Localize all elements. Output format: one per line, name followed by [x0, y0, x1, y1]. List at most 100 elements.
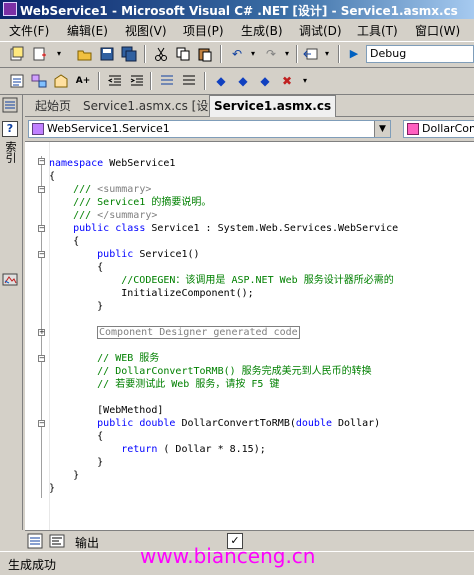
solution-config-combo[interactable]: Debug [366, 45, 474, 63]
navigate-dropdown-icon[interactable]: ▾ [318, 45, 336, 63]
code-editor[interactable]: − − − − + − − namespace WebService1 { //… [25, 141, 474, 531]
window-title: WebService1 - Microsoft Visual C# .NET [… [20, 4, 458, 18]
paste-icon[interactable] [196, 45, 214, 63]
save-all-icon[interactable] [120, 45, 138, 63]
code-token: public [49, 249, 134, 260]
class-dropdown-arrow-icon[interactable]: ▼ [374, 121, 390, 137]
code-token: </summary> [97, 210, 158, 221]
menu-window[interactable]: 窗口(W) [415, 22, 460, 39]
solution-explorer-icon[interactable] [2, 97, 18, 113]
copy-icon[interactable] [174, 45, 192, 63]
code-token: Service1() [133, 249, 200, 260]
previous-bookmark-icon[interactable]: ◆ [256, 72, 274, 90]
comment-out-icon[interactable] [158, 72, 176, 90]
collapse-namespace-icon[interactable]: − [38, 158, 45, 165]
code-line: public double DollarConvertToRMB(double … [49, 417, 380, 430]
toolbar-separator [296, 45, 298, 63]
object-browser-icon[interactable] [8, 72, 26, 90]
toolbar-separator [150, 72, 152, 90]
code-token: DollarConvertToRMB( [175, 418, 296, 429]
tab-service1-code[interactable]: Service1.asmx.cs [209, 95, 337, 117]
class-dropdown-value: WebService1.Service1 [47, 122, 170, 135]
add-item-icon[interactable] [30, 45, 48, 63]
code-line: /// Service1 的摘要说明。 [49, 197, 212, 208]
toolbar-options-icon[interactable]: ▾ [296, 72, 314, 90]
menu-build[interactable]: 生成(B) [241, 22, 283, 39]
tab-service1-design[interactable]: Service1.asmx.cs [设计] [79, 97, 229, 115]
undo-dropdown-icon[interactable]: ▾ [244, 45, 262, 63]
save-icon[interactable] [98, 45, 116, 63]
start-debug-icon[interactable]: ▶ [345, 45, 363, 63]
new-project-icon[interactable] [8, 45, 26, 63]
menu-project[interactable]: 项目(P) [183, 22, 224, 39]
redo-dropdown-icon[interactable]: ▾ [278, 45, 296, 63]
cut-icon[interactable] [152, 45, 170, 63]
increase-indent-icon[interactable] [128, 72, 146, 90]
collapse-summary-icon[interactable]: − [38, 186, 45, 193]
code-line: { [49, 262, 104, 273]
collapse-comment-icon[interactable]: − [38, 355, 45, 362]
code-token: Dollar) [332, 418, 381, 429]
code-line: public Service1() [49, 248, 200, 261]
toolbar-separator [338, 45, 340, 63]
task-list-icon[interactable] [27, 533, 43, 549]
tab-start-page[interactable]: 起始页 [31, 97, 75, 115]
collapsed-region[interactable]: Component Designer generated code [97, 326, 300, 339]
code-token: /// [49, 210, 98, 221]
collapse-constructor-icon[interactable]: − [38, 251, 45, 258]
menu-view[interactable]: 视图(V) [125, 22, 167, 39]
menu-tools[interactable]: 工具(T) [357, 22, 398, 39]
document-tab-strip: 起始页 Service1.asmx.cs [设计] Service1.asmx.… [25, 95, 474, 117]
code-line: } [49, 470, 80, 481]
decrease-indent-icon[interactable] [106, 72, 124, 90]
watermark-text: www.bianceng.cn [140, 544, 316, 568]
app-icon [3, 2, 17, 16]
code-token: public [49, 418, 134, 429]
code-line: // DollarConvertToRMB() 服务完成美元到人民币的转换 [49, 366, 372, 377]
index-tab-label[interactable]: 索引 [4, 141, 17, 163]
class-dropdown[interactable]: WebService1.Service1 ▼ [28, 120, 391, 138]
complete-word-icon[interactable]: A+ [74, 72, 92, 90]
help-icon[interactable]: ? [2, 121, 18, 137]
method-icon [407, 123, 419, 135]
uncomment-icon[interactable] [180, 72, 198, 90]
toolbar-separator [220, 45, 222, 63]
code-line: [WebMethod] [49, 405, 164, 416]
menu-file[interactable]: 文件(F) [9, 22, 49, 39]
toolbar-separator [204, 72, 206, 90]
code-token: return [49, 444, 158, 455]
code-line: // WEB 服务 [49, 353, 160, 364]
code-line: { [49, 171, 56, 182]
code-token: ( Dollar * 8.15); [157, 444, 266, 455]
class-view-icon[interactable] [30, 72, 48, 90]
next-bookmark-icon[interactable]: ◆ [234, 72, 252, 90]
collapse-class-icon[interactable]: − [38, 225, 45, 232]
collapse-method-icon[interactable]: − [38, 420, 45, 427]
member-dropdown[interactable]: DollarConv [403, 120, 474, 138]
code-token: /// [49, 184, 98, 195]
text-editor-toolbar: A+ ◆ ◆ ◆ ✖ ▾ [0, 68, 474, 95]
solution-config-value: Debug [370, 47, 407, 60]
menu-debug[interactable]: 调试(D) [299, 22, 342, 39]
code-token: namespace [49, 158, 104, 169]
code-line: } [49, 457, 104, 468]
output-tab-label[interactable]: 输出 [75, 534, 99, 551]
code-line: /// <summary> [49, 183, 151, 196]
expand-region-icon[interactable]: + [38, 329, 45, 336]
code-token: Service1 : System.Web.Services.WebServic… [145, 223, 399, 234]
toolbox-icon[interactable] [2, 271, 18, 287]
outline-gutter: − − − − + − − [25, 142, 50, 531]
output-window-icon[interactable] [49, 533, 65, 549]
code-token: public [49, 223, 110, 234]
toggle-bookmark-icon[interactable]: ◆ [212, 72, 230, 90]
menu-edit[interactable]: 编辑(E) [67, 22, 108, 39]
member-list-icon[interactable] [52, 72, 70, 90]
code-token: class [109, 223, 146, 234]
clear-bookmarks-icon[interactable]: ✖ [278, 72, 296, 90]
code-line: // 若要测试此 Web 服务，请按 F5 键 [49, 379, 280, 390]
standard-toolbar: ▾ ↶ ▾ ↷ ▾ ▾ ▶ Debug [0, 42, 474, 68]
dropdown-arrow-icon[interactable]: ▾ [50, 45, 68, 63]
left-dock-panel: ? 索引 [0, 95, 23, 530]
class-icon [32, 123, 44, 135]
open-folder-icon[interactable] [76, 45, 94, 63]
